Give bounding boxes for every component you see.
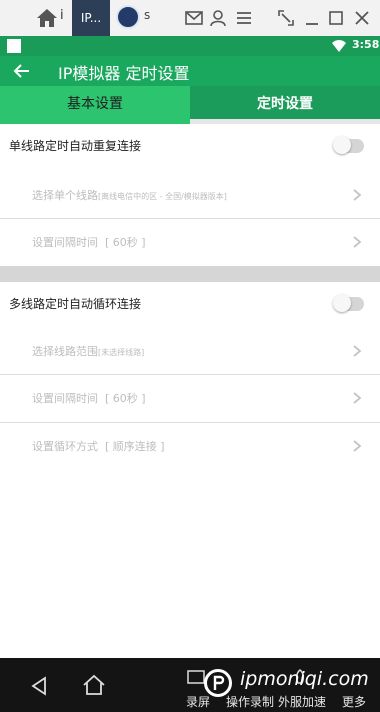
single-line-toggle[interactable] <box>333 136 364 154</box>
single-interval-row[interactable]: 设置间隔时间 [ 60秒 ] <box>0 219 380 265</box>
cycle-mode-label: 设置循环方式 <box>32 440 98 453</box>
multi-line-header-label: 多线路定时自动循环连接 <box>9 297 142 311</box>
status-time: 3:58 <box>352 38 380 51</box>
chevron-right-icon <box>353 236 362 248</box>
toggle-knob <box>333 294 351 312</box>
screen-record-icon[interactable] <box>186 668 206 686</box>
toggle-knob <box>333 136 351 154</box>
page-title: IP模拟器 定时设置 <box>58 64 190 83</box>
tab-fragment[interactable]: s <box>144 8 150 22</box>
chevron-right-icon <box>353 189 362 201</box>
user-icon[interactable] <box>208 8 228 28</box>
status-bar: 3:58 <box>0 36 380 56</box>
chevron-right-icon <box>353 345 362 357</box>
home-outline-icon[interactable] <box>82 674 106 696</box>
single-line-header-label: 单线路定时自动重复连接 <box>9 139 142 153</box>
multi-interval-text: 设置间隔时间 [ 60秒 ] <box>32 390 146 406</box>
emulator-title-bar: i IP... s <box>0 0 380 36</box>
overseas-boost-label[interactable]: 外服加速 <box>278 693 326 710</box>
home-icon[interactable] <box>36 7 58 29</box>
macro-record-label[interactable]: 操作录制 <box>226 693 274 710</box>
watermark-logo-icon <box>204 669 232 697</box>
record-screen-label[interactable]: 录屏 <box>186 693 210 710</box>
cycle-mode-row[interactable]: 设置循环方式 [ 顺序连接 ] <box>0 423 380 469</box>
wifi-icon <box>332 40 346 52</box>
tab-home-fragment[interactable]: i <box>60 8 64 23</box>
tab-ip-app[interactable]: IP... <box>72 0 110 36</box>
chevron-right-icon <box>353 440 362 452</box>
tab-timer-settings-label: 定时设置 <box>257 96 313 112</box>
minimize-icon[interactable] <box>302 8 322 28</box>
back-triangle-icon[interactable] <box>30 676 48 696</box>
multi-line-header: 多线路定时自动循环连接 <box>0 282 380 326</box>
select-single-line-text: 选择单个线路[离线电信中的区 - 全国/模拟器版本] <box>32 187 227 203</box>
single-line-header: 单线路定时自动重复连接 <box>0 124 380 168</box>
multi-interval-value: [ 60秒 ] <box>105 392 146 405</box>
tab-bar: 基本设置 定时设置 <box>0 86 380 124</box>
select-single-line-detail: [离线电信中的区 - 全国/模拟器版本] <box>98 192 227 201</box>
single-interval-text: 设置间隔时间 [ 60秒 ] <box>32 234 146 250</box>
fullscreen-icon[interactable] <box>276 8 296 28</box>
app-speed-icon[interactable] <box>116 5 140 29</box>
select-single-line-label: 选择单个线路 <box>32 189 98 202</box>
multi-interval-row[interactable]: 设置间隔时间 [ 60秒 ] <box>0 375 380 421</box>
watermark-p-icon <box>213 675 225 690</box>
notification-square-icon <box>7 39 21 53</box>
select-single-line-row[interactable]: 选择单个线路[离线电信中的区 - 全国/模拟器版本] <box>0 172 380 218</box>
more-label[interactable]: 更多 <box>342 693 366 710</box>
mail-icon[interactable] <box>184 8 204 28</box>
app-bar: IP模拟器 定时设置 <box>0 56 380 86</box>
multi-line-toggle[interactable] <box>333 294 364 312</box>
maximize-icon[interactable] <box>326 8 346 28</box>
chevron-right-icon <box>353 392 362 404</box>
single-interval-value: [ 60秒 ] <box>105 236 146 249</box>
cycle-mode-text: 设置循环方式 [ 顺序连接 ] <box>32 438 165 454</box>
close-icon[interactable] <box>352 8 372 28</box>
select-line-range-text: 选择线路范围[未选择线路] <box>32 343 144 359</box>
select-line-range-row[interactable]: 选择线路范围[未选择线路] <box>0 328 380 374</box>
tab-timer-settings[interactable]: 定时设置 <box>190 86 380 124</box>
cycle-mode-value: [ 顺序连接 ] <box>105 440 165 453</box>
single-interval-label: 设置间隔时间 <box>32 236 98 249</box>
section-divider-band <box>0 266 380 282</box>
tab-basic-settings[interactable]: 基本设置 <box>0 86 190 124</box>
multi-interval-label: 设置间隔时间 <box>32 392 98 405</box>
back-arrow-icon[interactable] <box>12 61 32 81</box>
watermark-text: ipmoniqi.com <box>240 668 369 690</box>
select-line-range-label: 选择线路范围 <box>32 345 98 358</box>
menu-icon[interactable] <box>234 8 254 28</box>
select-line-range-detail: [未选择线路] <box>98 348 145 357</box>
